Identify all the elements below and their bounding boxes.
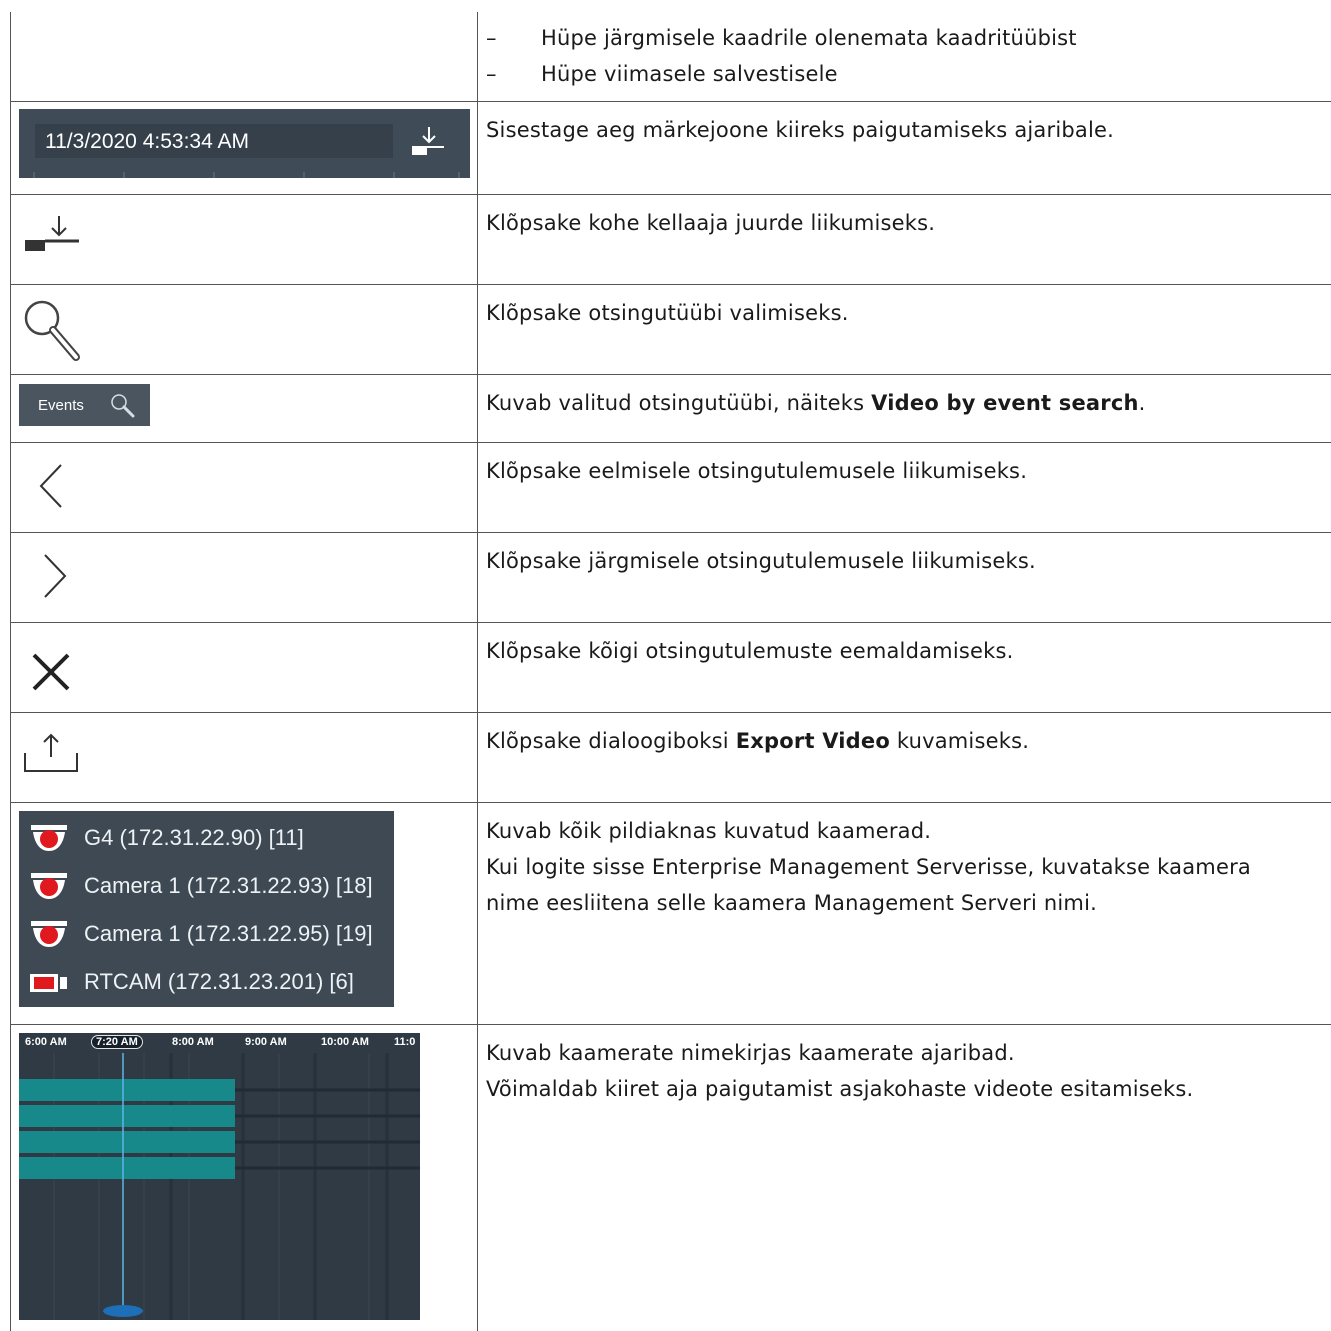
description-cell: Klõpsake järgmisele otsingutulemusele li… — [478, 532, 1331, 622]
search-icon — [109, 392, 135, 418]
time-label: 11:0 — [394, 1036, 415, 1048]
timeline-cursor-handle — [103, 1305, 143, 1317]
row-text: Klõpsake kõigi otsingutulemuste eemaldam… — [486, 633, 1321, 669]
table-row: Hüpe järgmisele kaadrile olenemata kaadr… — [11, 12, 1331, 101]
description-cell: Klõpsake kohe kellaaja juurde liikumisek… — [478, 194, 1331, 284]
row-text: Kuvab kaamerate nimekirjas kaamerate aja… — [486, 1035, 1321, 1071]
close-icon[interactable] — [31, 652, 71, 692]
bold-term: Export Video — [736, 729, 890, 753]
jump-to-time-icon[interactable] — [23, 211, 81, 259]
description-cell: Kuvab kaamerate nimekirjas kaamerate aja… — [478, 1024, 1331, 1331]
row-text: Klõpsake järgmisele otsingutulemusele li… — [486, 543, 1321, 579]
table-row: Klõpsake kohe kellaaja juurde liikumisek… — [11, 194, 1331, 284]
chevron-right-icon[interactable] — [39, 553, 69, 599]
table-row: G4 (172.31.22.90) [11] Camera 1 (172.31.… — [11, 802, 1331, 1024]
image-cell — [11, 442, 478, 532]
camera-label: G4 (172.31.22.90) [11] — [84, 825, 304, 851]
description-cell: Klõpsake otsingutüübi valimiseks. — [478, 284, 1331, 374]
text-part: kuvamiseks. — [890, 729, 1029, 753]
row-text: Võimaldab kiiret aja paigutamist asjakoh… — [486, 1071, 1321, 1107]
row-text: Sisestage aeg märkejoone kiireks paiguta… — [486, 112, 1321, 148]
row-text: Kuvab kõik pildiaknas kuvatud kaamerad. — [486, 813, 1321, 849]
image-cell — [11, 194, 478, 284]
camera-list: G4 (172.31.22.90) [11] Camera 1 (172.31.… — [19, 811, 394, 1007]
camera-label: RTCAM (172.31.23.201) [6] — [84, 969, 354, 995]
list-item: Hüpe järgmisele kaadrile olenemata kaadr… — [486, 20, 1321, 56]
recording-bar — [19, 1105, 235, 1127]
image-cell: G4 (172.31.22.90) [11] Camera 1 (172.31.… — [11, 802, 478, 1024]
image-cell: Events — [11, 374, 478, 442]
description-cell: Sisestage aeg märkejoone kiireks paiguta… — [478, 101, 1331, 194]
image-cell — [11, 712, 478, 802]
dome-camera-icon — [27, 871, 71, 903]
timeline-header: 6:00 AM 7:20 AM 8:00 AM 9:00 AM 10:00 AM… — [19, 1033, 420, 1053]
time-input[interactable]: 11/3/2020 4:53:34 AM — [35, 124, 393, 158]
document-table: Hüpe järgmisele kaadrile olenemata kaadr… — [10, 12, 1331, 1331]
box-camera-icon — [27, 967, 71, 999]
table-row: Klõpsake otsingutüübi valimiseks. — [11, 284, 1331, 374]
time-label: 9:00 AM — [245, 1036, 287, 1048]
bullet-list: Hüpe järgmisele kaadrile olenemata kaadr… — [486, 20, 1321, 92]
events-search-button[interactable]: Events — [19, 384, 150, 426]
time-label: 8:00 AM — [172, 1036, 214, 1048]
text-part: Kuvab valitud otsingutüübi, näiteks — [486, 391, 871, 415]
recording-bar — [19, 1131, 235, 1153]
time-label-active: 7:20 AM — [91, 1035, 143, 1049]
text-part: Klõpsake dialoogiboksi — [486, 729, 736, 753]
camera-label: Camera 1 (172.31.22.95) [19] — [84, 921, 373, 947]
row-text: Klõpsake kohe kellaaja juurde liikumisek… — [486, 205, 1321, 241]
chevron-left-icon[interactable] — [37, 463, 67, 509]
time-input-panel: 11/3/2020 4:53:34 AM — [19, 109, 470, 178]
table-row: 6:00 AM 7:20 AM 8:00 AM 9:00 AM 10:00 AM… — [11, 1024, 1331, 1331]
bold-term: Video by event search — [871, 391, 1138, 415]
image-cell — [11, 12, 478, 101]
camera-list-item[interactable]: Camera 1 (172.31.22.93) [18] — [27, 867, 387, 907]
camera-timeline[interactable]: 6:00 AM 7:20 AM 8:00 AM 9:00 AM 10:00 AM… — [19, 1033, 420, 1320]
dome-camera-icon — [27, 823, 71, 855]
recording-bar — [19, 1157, 235, 1179]
image-cell — [11, 284, 478, 374]
image-cell — [11, 532, 478, 622]
export-icon[interactable] — [23, 731, 79, 775]
table-row: Klõpsake järgmisele otsingutulemusele li… — [11, 532, 1331, 622]
list-item: Hüpe viimasele salvestisele — [486, 56, 1321, 92]
time-label: 6:00 AM — [25, 1036, 67, 1048]
row-text: Klõpsake eelmisele otsingutulemusele lii… — [486, 453, 1321, 489]
camera-list-item[interactable]: G4 (172.31.22.90) [11] — [27, 819, 387, 859]
dome-camera-icon — [27, 919, 71, 951]
timeline-grid — [19, 1033, 420, 1320]
time-input-value: 11/3/2020 4:53:34 AM — [45, 130, 249, 154]
image-cell: 6:00 AM 7:20 AM 8:00 AM 9:00 AM 10:00 AM… — [11, 1024, 478, 1331]
table-row: Klõpsake kõigi otsingutulemuste eemaldam… — [11, 622, 1331, 712]
description-cell: Klõpsake kõigi otsingutulemuste eemaldam… — [478, 622, 1331, 712]
table-row: Klõpsake eelmisele otsingutulemusele lii… — [11, 442, 1331, 532]
description-cell: Klõpsake dialoogiboksi Export Video kuva… — [478, 712, 1331, 802]
table-row: Klõpsake dialoogiboksi Export Video kuva… — [11, 712, 1331, 802]
row-text: nime eesliitena selle kaamera Management… — [486, 885, 1321, 921]
image-cell: 11/3/2020 4:53:34 AM — [11, 101, 478, 194]
events-label: Events — [38, 397, 84, 414]
row-text: Kui logite sisse Enterprise Management S… — [486, 849, 1321, 885]
jump-to-time-icon[interactable] — [410, 125, 446, 161]
recording-bar — [19, 1079, 235, 1101]
camera-list-item[interactable]: RTCAM (172.31.23.201) [6] — [27, 963, 387, 1003]
description-cell: Hüpe järgmisele kaadrile olenemata kaadr… — [478, 12, 1331, 101]
search-icon[interactable] — [21, 297, 83, 363]
description-cell: Kuvab kõik pildiaknas kuvatud kaamerad. … — [478, 802, 1331, 1024]
time-label: 10:00 AM — [321, 1036, 369, 1048]
table-row: Events Kuvab valitud otsingutüübi, näite… — [11, 374, 1331, 442]
timeline-ticks — [19, 172, 470, 178]
text-part: . — [1139, 391, 1146, 415]
camera-list-item[interactable]: Camera 1 (172.31.22.95) [19] — [27, 915, 387, 955]
table-row: 11/3/2020 4:53:34 AM Sisestage aeg — [11, 101, 1331, 194]
camera-label: Camera 1 (172.31.22.93) [18] — [84, 873, 373, 899]
row-text: Kuvab valitud otsingutüübi, näiteks Vide… — [486, 385, 1321, 421]
description-cell: Kuvab valitud otsingutüübi, näiteks Vide… — [478, 374, 1331, 442]
image-cell — [11, 622, 478, 712]
row-text: Klõpsake otsingutüübi valimiseks. — [486, 295, 1321, 331]
description-cell: Klõpsake eelmisele otsingutulemusele lii… — [478, 442, 1331, 532]
